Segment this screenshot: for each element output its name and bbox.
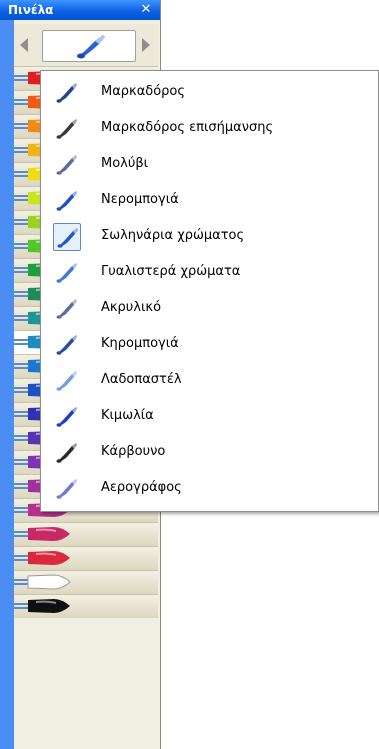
menu-item[interactable]: Λαδοπαστέλ: [43, 363, 376, 397]
menu-item[interactable]: Κάρβουνο: [43, 435, 376, 469]
menu-item[interactable]: Αερογράφος: [43, 471, 376, 505]
swatch-divider: [14, 594, 158, 595]
crayon-icon: [14, 527, 70, 541]
menu-item-label: Νερομπογιά: [101, 192, 179, 207]
crayon-icon: [14, 599, 70, 613]
arrow-left-icon[interactable]: [17, 36, 31, 54]
watercolor-icon: [56, 191, 77, 211]
menu-item[interactable]: Κιμωλία: [43, 399, 376, 433]
color-swatch[interactable]: [14, 594, 158, 618]
panel-title-bar[interactable]: Πινέλα ✕: [0, 0, 160, 20]
airbrush-icon: [56, 479, 77, 499]
swatch-divider: [14, 570, 158, 571]
marker-icon: [56, 83, 77, 103]
menu-item[interactable]: Γυαλιστερά χρώματα: [43, 255, 376, 289]
menu-item-label: Κιμωλία: [101, 408, 154, 423]
panel-title: Πινέλα: [8, 3, 54, 17]
menu-item-label: Κηρομπογιά: [101, 336, 179, 351]
menu-item[interactable]: Ακρυλικό: [43, 291, 376, 325]
swatch-divider: [14, 546, 158, 547]
menu-item-label: Μαρκαδόρος επισήμανσης: [101, 120, 274, 135]
crayon-icon: [14, 574, 71, 590]
pencil-icon: [56, 155, 77, 175]
color-swatch[interactable]: [14, 522, 158, 546]
menu-item-label: Σωληνάρια χρώματος: [101, 228, 245, 243]
menu-item[interactable]: Μολύβι: [43, 147, 376, 181]
watercolor-brush-icon: [77, 35, 105, 59]
acrylic-icon: [56, 299, 77, 319]
menu-item-label: Αερογράφος: [101, 480, 182, 495]
menu-item-label: Μολύβι: [101, 156, 149, 171]
oil-pastel-icon: [56, 371, 77, 391]
menu-item[interactable]: Νερομπογιά: [43, 183, 376, 217]
color-swatch[interactable]: [14, 546, 158, 570]
brush-navigator: [14, 24, 158, 66]
menu-item[interactable]: Μαρκαδόρος επισήμανσης: [43, 111, 376, 145]
swatch-divider: [14, 522, 158, 523]
menu-item[interactable]: Μαρκαδόρος: [43, 75, 376, 109]
menu-item-label: Γυαλιστερά χρώματα: [101, 264, 241, 279]
menu-item-label: Λαδοπαστέλ: [101, 372, 182, 387]
highlighter-icon: [56, 119, 77, 139]
menu-item-label: Κάρβουνο: [101, 444, 166, 459]
glossy-paint-icon: [56, 263, 77, 283]
brush-type-menu: Μαρκαδόρος Μαρκαδόρος επισήμανσης Μολύβι Νε…: [40, 70, 379, 512]
arrow-right-icon[interactable]: [139, 36, 153, 54]
charcoal-icon: [56, 443, 77, 463]
menu-item-label: Ακρυλικό: [101, 300, 162, 315]
swatch-divider: [14, 66, 158, 67]
menu-item[interactable]: Κηρομπογιά: [43, 327, 376, 361]
crayon-icon: [56, 335, 77, 355]
menu-item-label: Μαρκαδόρος: [101, 84, 186, 99]
crayon-icon: [14, 551, 70, 565]
close-icon[interactable]: ✕: [139, 0, 153, 20]
color-swatch[interactable]: [14, 570, 158, 594]
current-brush-slot[interactable]: [42, 30, 136, 62]
chalk-icon: [56, 407, 77, 427]
paint-tube-icon: [53, 223, 81, 251]
menu-item[interactable]: Σωληνάρια χρώματος: [43, 219, 376, 253]
panel-left-strip: [0, 20, 14, 749]
